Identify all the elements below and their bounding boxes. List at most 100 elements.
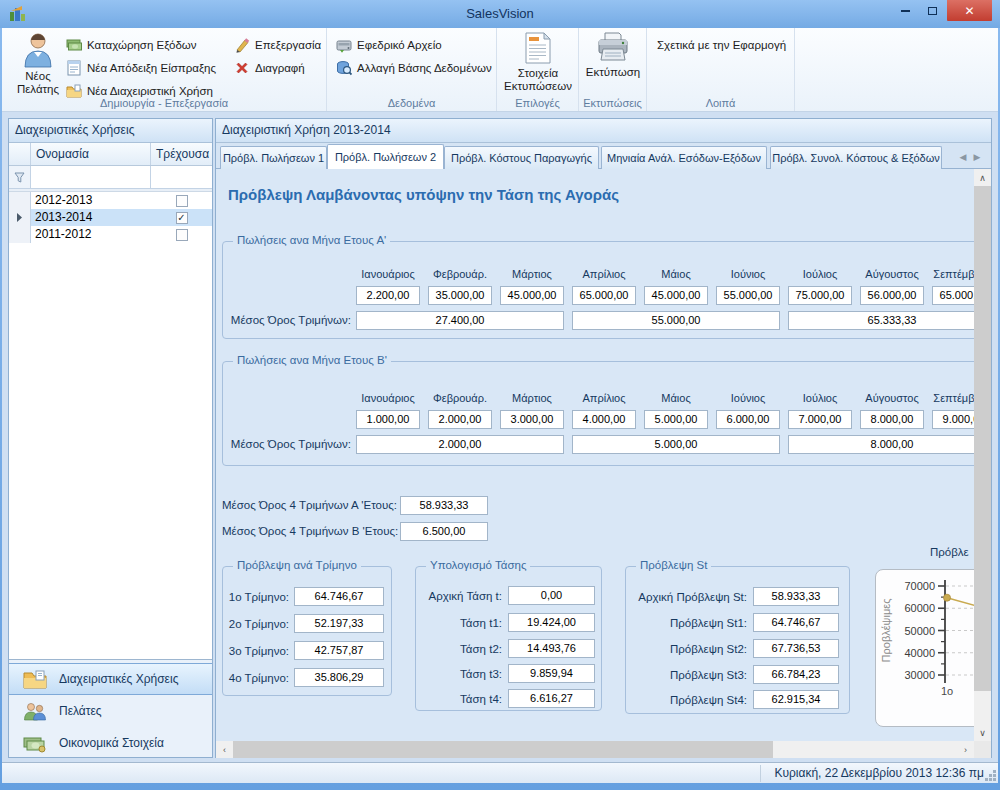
month-value-field[interactable]: 1.000,00 (356, 410, 420, 429)
about-label: Σχετικά με την Εφαρμογή (657, 39, 786, 51)
nav-item-fiscal-years[interactable]: Διαχειριστικές Χρήσεις (9, 663, 212, 695)
tab-sales-forecast-2[interactable]: Πρόβλ. Πωλήσεων 2 (327, 144, 444, 169)
month-value-field[interactable]: 75.000,00 (788, 286, 852, 305)
avg4-a-field[interactable]: 58.933,33 (400, 496, 488, 515)
maximize-button[interactable] (920, 0, 945, 21)
row-current-cell[interactable] (151, 226, 212, 243)
print-details-button[interactable]: Στοιχεία Εκτυπώσεων (502, 32, 574, 106)
checkbox-unchecked[interactable] (176, 195, 188, 207)
forecast-q2-field[interactable]: 52.197,33 (294, 614, 384, 633)
scroll-up-icon[interactable]: ∧ (974, 169, 991, 186)
forecast-st2-field[interactable]: 67.736,53 (753, 639, 839, 658)
forecast-st4-field[interactable]: 62.915,34 (753, 690, 839, 709)
new-customer-button[interactable]: Νέος Πελάτης (12, 32, 64, 106)
trend-t3-field[interactable]: 9.859,94 (508, 664, 595, 683)
checkbox-checked[interactable]: ✓ (176, 212, 188, 224)
tab-monthly-analysis[interactable]: Μηνιαία Ανάλ. Εσόδων-Εξόδων (601, 146, 767, 169)
quarter-avg-field[interactable]: 27.400,00 (356, 311, 564, 330)
forecast-q4-field[interactable]: 35.806,29 (294, 668, 384, 687)
tab-scroll-arrows[interactable]: ◀▶ (952, 147, 988, 167)
scroll-left-icon[interactable]: ‹ (216, 741, 233, 758)
printer-icon (597, 32, 629, 62)
print-button[interactable]: Εκτύπωση (582, 32, 644, 106)
row-current-cell[interactable]: ✓ (151, 209, 212, 226)
row-name[interactable]: 2012-2013 (31, 192, 151, 209)
month-value-field[interactable]: 2.200,00 (356, 286, 420, 305)
month-value-field[interactable]: 65.000,00 (572, 286, 636, 305)
quarter-avg-field[interactable]: 65.333,33 (788, 311, 974, 330)
forecast-q1-field[interactable]: 64.746,67 (294, 587, 384, 606)
window-title: SalesVision (0, 6, 1000, 21)
month-value-field[interactable]: 65.000,00 (932, 286, 974, 305)
about-button[interactable]: Σχετικά με την Εφαρμογή (657, 34, 786, 56)
avg4-b-field[interactable]: 6.500,00 (400, 522, 488, 541)
tab-scroll-left-icon[interactable]: ◀ (960, 152, 967, 162)
month-value-field[interactable]: 55.000,00 (716, 286, 780, 305)
delete-button[interactable]: Διαγραφή (234, 57, 305, 79)
tab-production-cost[interactable]: Πρόβλ. Κόστους Παραγωγής (444, 146, 599, 169)
forecast-line-chart: 30000400005000060000700001ο2ο3ο4οΠροβλέψ… (876, 570, 974, 726)
forecast-st1-field[interactable]: 64.746,67 (753, 613, 839, 632)
quarter-avg-field[interactable]: 8.000,00 (788, 435, 974, 454)
ribbon-group-prints: Εκτύπωση Εκτυπώσεις (579, 28, 647, 111)
month-value-field[interactable]: 8.000,00 (860, 410, 924, 429)
tab-sales-forecast-1[interactable]: Πρόβλ. Πωλήσεων 1 (220, 146, 327, 169)
filter-name-input[interactable] (31, 166, 151, 188)
vertical-scrollbar[interactable]: ∧ ∨ (974, 169, 991, 741)
tab-total-cost[interactable]: Πρόβλ. Συνολ. Κόστους & Εξόδων (770, 146, 942, 169)
column-header-current[interactable]: Τρέχουσα (151, 143, 212, 165)
trend-t4-field[interactable]: 6.616,27 (508, 689, 595, 708)
register-expenses-button[interactable]: Καταχώρηση Εξόδων (66, 34, 197, 56)
avg4-b-label: Μέσος Όρος 4 Τριμήνων Β 'Ετους: (222, 525, 398, 537)
app-window: SalesVision ✕ Νέος Πελάτης Καταχώρηση Εξ… (0, 0, 1000, 790)
trend-t2-field[interactable]: 14.493,76 (508, 639, 595, 658)
column-header-name[interactable]: Ονομασία (31, 143, 151, 165)
scroll-down-icon[interactable]: ∨ (974, 724, 991, 741)
minimize-button[interactable] (893, 0, 918, 21)
table-row-selected[interactable]: 2013-2014 ✓ (9, 209, 212, 226)
scroll-right-icon[interactable]: › (957, 741, 974, 758)
month-value-field[interactable]: 3.000,00 (500, 410, 564, 429)
quarter-avg-field[interactable]: 55.000,00 (572, 311, 780, 330)
sidebar-nav: Διαχειριστικές Χρήσεις Πελάτες Οικονομικ… (9, 659, 212, 757)
month-value-field[interactable]: 56.000,00 (860, 286, 924, 305)
new-receipt-button[interactable]: Νέα Απόδειξη Είσπραξης (66, 57, 216, 79)
quarter-avg-field[interactable]: 2.000,00 (356, 435, 564, 454)
month-value-field[interactable]: 7.000,00 (788, 410, 852, 429)
table-row[interactable]: 2011-2012 (9, 226, 212, 243)
nav-item-financials[interactable]: Οικονομικά Στοιχεία (9, 727, 212, 759)
horizontal-scrollbar[interactable]: ‹ › (216, 741, 974, 758)
quarter-avg-field[interactable]: 5.000,00 (572, 435, 780, 454)
change-database-button[interactable]: Αλλαγή Βάσης Δεδομένων (336, 57, 492, 79)
month-value-field[interactable]: 35.000,00 (428, 286, 492, 305)
row-current-cell[interactable] (151, 192, 212, 209)
resize-grip[interactable] (993, 778, 996, 781)
edit-button[interactable]: Επεξεργασία (234, 34, 321, 56)
horizontal-scroll-thumb[interactable] (233, 741, 773, 758)
vertical-scroll-thumb[interactable] (974, 186, 991, 691)
forecast-st0-field[interactable]: 58.933,33 (753, 587, 839, 606)
forecast-st3-field[interactable]: 66.784,23 (753, 665, 839, 684)
close-button[interactable]: ✕ (947, 0, 992, 21)
month-value-field[interactable]: 45.000,00 (500, 286, 564, 305)
month-value-field[interactable]: 5.000,00 (644, 410, 708, 429)
new-customer-icon (23, 32, 53, 68)
filter-current-input[interactable] (151, 166, 212, 188)
row-name[interactable]: 2011-2012 (31, 226, 151, 243)
backup-file-button[interactable]: Εφεδρικό Αρχείο (336, 34, 442, 56)
tab-scroll-right-icon[interactable]: ▶ (974, 152, 981, 162)
month-value-field[interactable]: 9.000,00 (932, 410, 974, 429)
nav-item-customers[interactable]: Πελάτες (9, 695, 212, 727)
month-value-field[interactable]: 6.000,00 (716, 410, 780, 429)
checkbox-unchecked[interactable] (176, 229, 188, 241)
month-value-field[interactable]: 4.000,00 (572, 410, 636, 429)
tab-strip: Πρόβλ. Πωλήσεων 1 Πρόβλ. Πωλήσεων 2 Πρόβ… (216, 143, 991, 169)
forecast-q3-field[interactable]: 42.757,87 (294, 641, 384, 660)
row-name[interactable]: 2013-2014 (31, 209, 151, 226)
trend-t1-field[interactable]: 19.424,00 (508, 613, 595, 632)
month-value-field[interactable]: 2.000,00 (428, 410, 492, 429)
trend-t0-field[interactable]: 0,00 (508, 586, 595, 605)
month-label: Μάρτιος (496, 268, 568, 280)
table-row[interactable]: 2012-2013 (9, 192, 212, 209)
month-value-field[interactable]: 45.000,00 (644, 286, 708, 305)
